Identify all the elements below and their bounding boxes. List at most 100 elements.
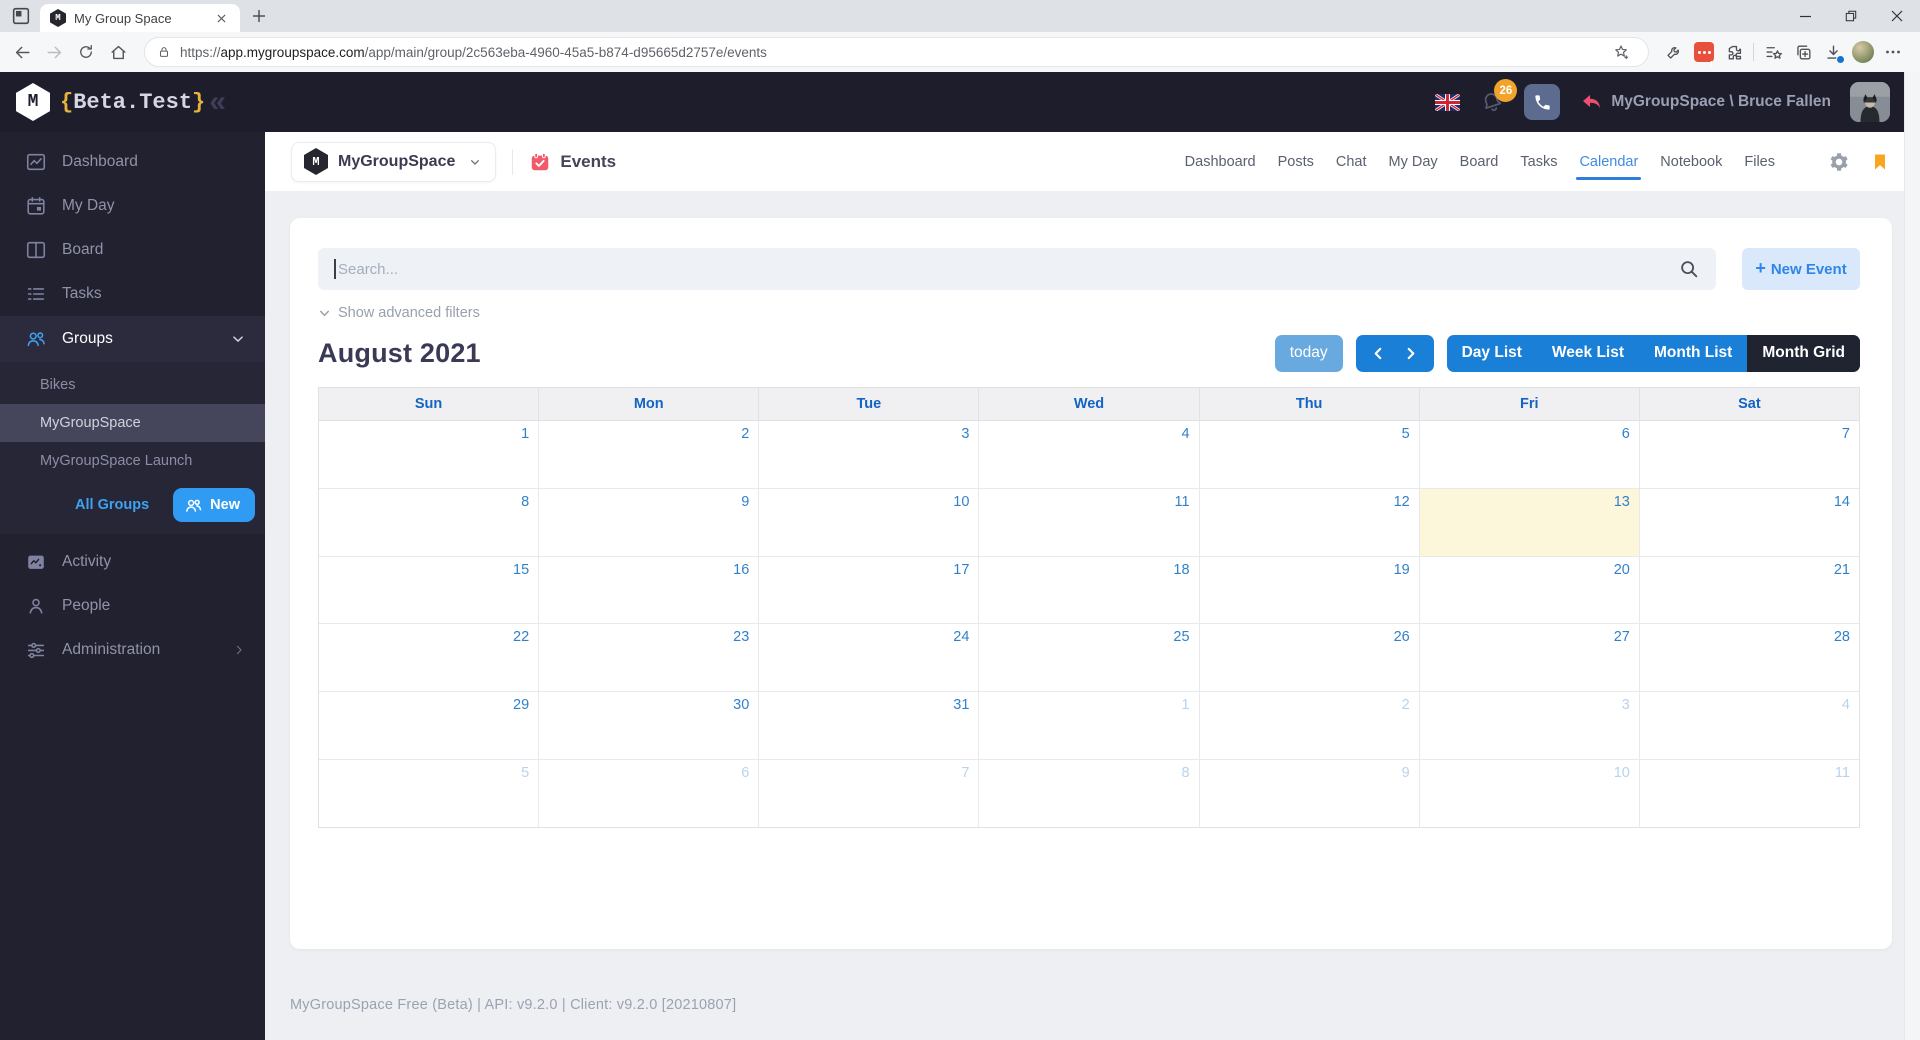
- sidebar-item-groups[interactable]: Groups: [0, 316, 265, 362]
- favorite-star-icon[interactable]: [1606, 37, 1636, 67]
- window-close-button[interactable]: [1874, 0, 1920, 32]
- sidebar-item-people[interactable]: People: [0, 584, 265, 628]
- calendar-day-cell[interactable]: 2: [539, 421, 760, 488]
- calendar-day-cell[interactable]: 28: [1640, 624, 1859, 691]
- calendar-day-cell[interactable]: 15: [319, 556, 540, 624]
- chat-extension-icon[interactable]: 1: [1689, 37, 1719, 69]
- calendar-day-cell[interactable]: 1: [319, 421, 540, 488]
- collections-icon[interactable]: [1788, 37, 1818, 67]
- calendar-day-cell[interactable]: 9: [539, 488, 760, 556]
- search-input[interactable]: Search...: [318, 248, 1716, 290]
- forward-icon[interactable]: [38, 36, 70, 68]
- window-restore-button[interactable]: [1828, 0, 1874, 32]
- tab-calendar[interactable]: Calendar: [1568, 132, 1649, 191]
- calendar-day-cell[interactable]: 5: [1200, 421, 1420, 488]
- sidebar-item-activity[interactable]: Activity: [0, 540, 265, 584]
- calendar-day-cell[interactable]: 27: [1420, 624, 1640, 692]
- calendar-day-cell[interactable]: 9: [1200, 760, 1420, 827]
- calendar-day-cell[interactable]: 11: [979, 488, 1200, 556]
- calendar-day-cell-today[interactable]: 13: [1419, 488, 1640, 556]
- sidebar-item-board[interactable]: Board: [0, 228, 265, 272]
- tab-close-icon[interactable]: [212, 9, 230, 27]
- page-scrollbar[interactable]: [1904, 72, 1920, 1040]
- calendar-day-cell[interactable]: 3: [1420, 692, 1640, 760]
- sidebar-item-dashboard[interactable]: Dashboard: [0, 140, 265, 184]
- tab-tasks[interactable]: Tasks: [1509, 132, 1568, 191]
- downloads-icon[interactable]: [1818, 37, 1848, 67]
- view-week-list[interactable]: Week List: [1537, 335, 1639, 372]
- back-icon[interactable]: [6, 36, 38, 68]
- favorites-bar-icon[interactable]: [1758, 37, 1788, 67]
- calendar-day-cell[interactable]: 5: [319, 760, 540, 827]
- calendar-day-cell[interactable]: 26: [1200, 624, 1420, 692]
- calendar-day-cell[interactable]: 6: [1420, 421, 1640, 488]
- tab-my-day[interactable]: My Day: [1378, 132, 1449, 191]
- new-tab-button[interactable]: [246, 3, 272, 29]
- browser-profile-avatar[interactable]: [1848, 37, 1878, 67]
- new-group-button[interactable]: New: [173, 488, 255, 522]
- sidebar-item-tasks[interactable]: Tasks: [0, 272, 265, 316]
- view-month-grid[interactable]: Month Grid: [1747, 334, 1860, 372]
- calendar-day-cell[interactable]: 25: [979, 624, 1200, 692]
- calendar-day-cell[interactable]: 4: [979, 421, 1200, 488]
- calendar-day-cell[interactable]: 22: [319, 624, 540, 692]
- extensions-puzzle-icon[interactable]: [1719, 37, 1749, 67]
- phone-call-icon[interactable]: [1524, 84, 1561, 120]
- calendar-day-cell[interactable]: 4: [1640, 692, 1859, 759]
- new-event-button[interactable]: + New Event: [1742, 248, 1860, 290]
- tool-extension-icon[interactable]: [1659, 37, 1689, 67]
- calendar-day-cell[interactable]: 10: [759, 488, 980, 556]
- window-minimize-button[interactable]: [1782, 0, 1828, 32]
- tab-chat[interactable]: Chat: [1325, 132, 1378, 191]
- calendar-day-cell[interactable]: 11: [1640, 760, 1859, 827]
- view-month-list[interactable]: Month List: [1639, 335, 1747, 372]
- tab-board[interactable]: Board: [1449, 132, 1510, 191]
- tab-dashboard[interactable]: Dashboard: [1174, 132, 1267, 191]
- browser-menu-icon[interactable]: [1878, 37, 1908, 67]
- bookmark-icon[interactable]: [1870, 152, 1890, 172]
- sidebar-collapse-icon[interactable]: «: [209, 87, 226, 117]
- all-groups-link[interactable]: All Groups: [75, 497, 149, 513]
- tab-posts[interactable]: Posts: [1267, 132, 1325, 191]
- calendar-day-cell[interactable]: 19: [1200, 556, 1420, 624]
- calendar-day-cell[interactable]: 3: [759, 421, 980, 488]
- calendar-day-cell[interactable]: 6: [539, 760, 760, 827]
- home-icon[interactable]: [102, 36, 134, 68]
- calendar-day-cell[interactable]: 23: [539, 624, 760, 692]
- tab-files[interactable]: Files: [1733, 132, 1786, 191]
- calendar-day-cell[interactable]: 14: [1640, 489, 1859, 556]
- calendar-day-cell[interactable]: 30: [539, 692, 760, 760]
- calendar-day-cell[interactable]: 24: [759, 624, 980, 692]
- calendar-day-cell[interactable]: 7: [1640, 421, 1859, 488]
- today-button[interactable]: today: [1274, 334, 1343, 372]
- calendar-day-cell[interactable]: 1: [979, 692, 1200, 760]
- calendar-day-cell[interactable]: 20: [1420, 556, 1640, 624]
- view-day-list[interactable]: Day List: [1447, 335, 1537, 372]
- calendar-day-cell[interactable]: 10: [1420, 760, 1640, 827]
- user-menu[interactable]: MyGroupSpace \ Bruce Fallen: [1579, 90, 1831, 114]
- calendar-day-cell[interactable]: 16: [539, 556, 760, 624]
- browser-tab[interactable]: M My Group Space: [40, 4, 240, 32]
- calendar-day-cell[interactable]: 31: [759, 692, 980, 760]
- notifications-bell-icon[interactable]: 26: [1479, 79, 1518, 115]
- calendar-day-cell[interactable]: 12: [1200, 488, 1420, 556]
- calendar-day-cell[interactable]: 8: [319, 488, 540, 556]
- user-avatar[interactable]: [1850, 82, 1890, 122]
- calendar-day-cell[interactable]: 2: [1200, 692, 1420, 760]
- refresh-icon[interactable]: [70, 36, 102, 68]
- calendar-day-cell[interactable]: 17: [759, 556, 980, 624]
- calendar-day-cell[interactable]: 18: [979, 556, 1200, 624]
- calendar-day-cell[interactable]: 29: [319, 692, 540, 760]
- next-month-icon[interactable]: [1402, 345, 1419, 362]
- tab-actions-icon[interactable]: [10, 5, 32, 27]
- prev-month-icon[interactable]: [1370, 345, 1387, 362]
- language-flag-icon[interactable]: [1435, 93, 1461, 111]
- url-bar[interactable]: https://app.mygroupspace.com/app/main/gr…: [144, 37, 1649, 67]
- group-selector[interactable]: M MyGroupSpace: [291, 141, 497, 182]
- calendar-day-cell[interactable]: 7: [759, 760, 980, 827]
- sidebar-item-my-day[interactable]: My Day: [0, 184, 265, 228]
- calendar-day-cell[interactable]: 21: [1640, 557, 1859, 624]
- search-icon[interactable]: [1678, 258, 1700, 280]
- advanced-filters-toggle[interactable]: Show advanced filters: [318, 305, 1860, 321]
- tab-notebook[interactable]: Notebook: [1649, 132, 1733, 191]
